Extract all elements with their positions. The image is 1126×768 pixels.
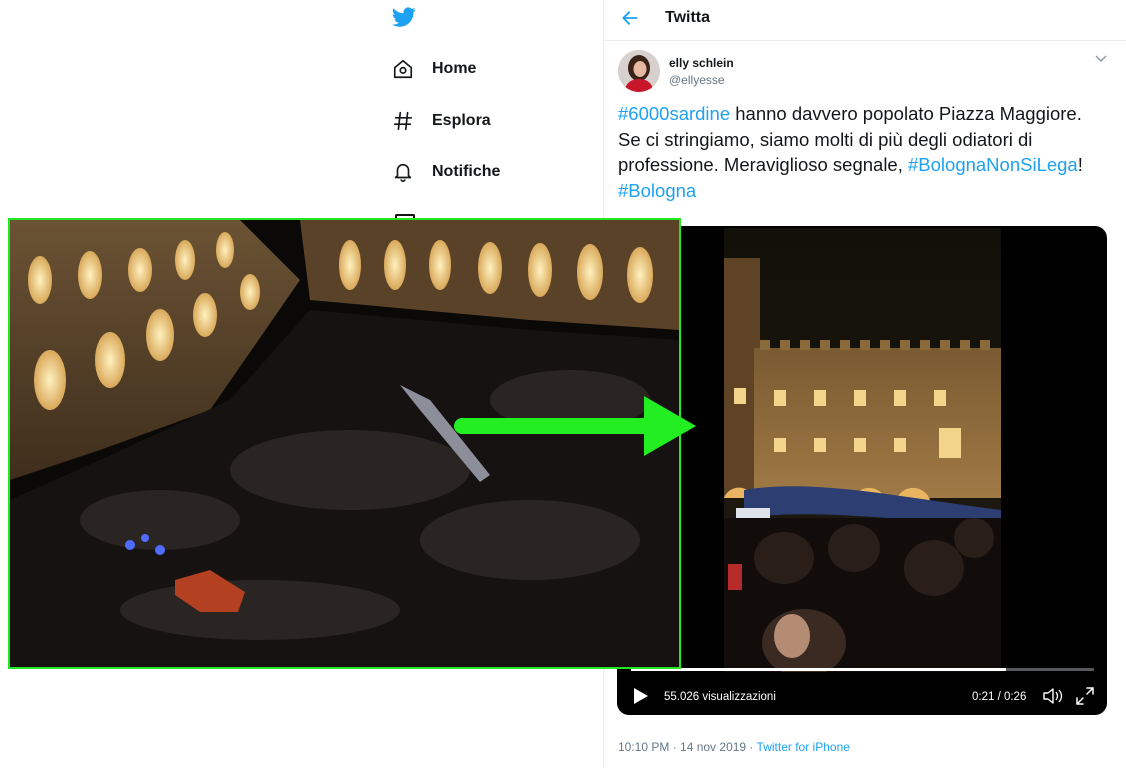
volume-muted-icon[interactable]	[1042, 686, 1064, 706]
video-progress-bar[interactable]	[631, 668, 1094, 671]
twitter-logo-icon[interactable]	[391, 5, 417, 29]
hashtag-link[interactable]: #Bologna	[618, 180, 696, 201]
play-icon[interactable]	[629, 685, 651, 707]
nav-item-esplora[interactable]: Esplora	[391, 105, 491, 137]
view-count: 55.026 visualizzazioni	[664, 691, 776, 703]
page-title: Twitta	[665, 9, 711, 26]
video-player[interactable]: 55.026 visualizzazioni 0:21 / 0:26	[617, 226, 1107, 715]
chevron-down-icon[interactable]	[1094, 54, 1108, 64]
video-time: 0:21 / 0:26	[972, 691, 1027, 703]
author-handle[interactable]: @ellyesse	[669, 73, 725, 87]
video-progress-fill	[631, 668, 1007, 671]
tweet-text-segment: !	[1077, 154, 1083, 176]
green-arrow-icon	[454, 396, 696, 456]
fullscreen-icon[interactable]	[1075, 686, 1095, 706]
tweet-meta: 10:10 PM · 14 nov 2019 · Twitter for iPh…	[618, 740, 850, 754]
hashtag-icon	[391, 109, 415, 133]
back-arrow-icon[interactable]	[620, 8, 640, 28]
home-icon	[391, 57, 415, 81]
author-name[interactable]: elly schlein	[669, 56, 734, 70]
header-divider	[604, 40, 1126, 41]
tweet-text: #6000sardine hanno davvero popolato Piaz…	[618, 101, 1088, 203]
hashtag-link[interactable]: #BolognaNonSiLega	[908, 154, 1078, 175]
nav-item-label: Esplora	[432, 112, 491, 129]
hashtag-link[interactable]: #6000sardine	[618, 103, 730, 124]
nav-item-label: Notifiche	[432, 163, 501, 180]
bell-icon	[391, 160, 415, 184]
avatar[interactable]	[618, 50, 660, 92]
tweet-source-link[interactable]: Twitter for iPhone	[757, 740, 850, 754]
tweet-timestamp[interactable]: 10:10 PM · 14 nov 2019 ·	[618, 740, 757, 754]
video-frame	[724, 228, 1001, 672]
nav-item-notifiche[interactable]: Notifiche	[391, 156, 500, 188]
nav-item-home[interactable]: Home	[391, 53, 476, 85]
nav-item-label: Home	[432, 60, 477, 77]
